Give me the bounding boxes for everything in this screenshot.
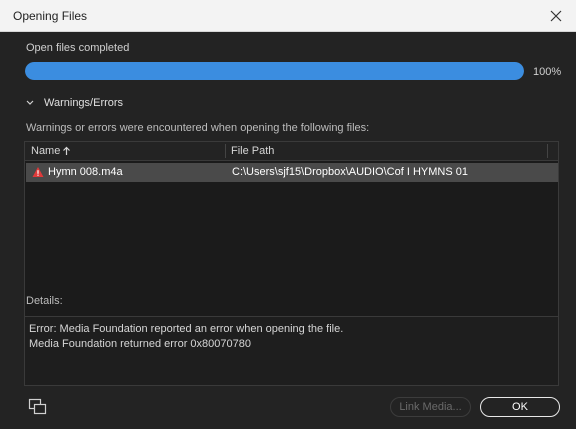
progress-bar	[25, 62, 524, 80]
warnings-description: Warnings or errors were encountered when…	[26, 122, 370, 134]
close-icon	[550, 10, 562, 22]
column-header-path[interactable]: File Path	[231, 145, 274, 157]
row-file-path: C:\Users\sjf15\Dropbox\AUDIO\Cof I HYMNS…	[232, 166, 468, 178]
copy-icon	[28, 398, 47, 415]
window-title: Opening Files	[13, 9, 88, 23]
column-separator[interactable]	[547, 144, 548, 158]
table-header: Name File Path	[25, 142, 558, 161]
dialog-content: Open files completed 100% Warnings/Error…	[0, 32, 576, 429]
ok-button[interactable]: OK	[480, 397, 560, 417]
column-separator[interactable]	[225, 144, 226, 158]
warning-icon	[32, 167, 44, 177]
details-line: Error: Media Foundation reported an erro…	[29, 323, 344, 335]
warnings-section-toggle[interactable]: Warnings/Errors	[24, 97, 123, 109]
progress-status: Open files completed	[26, 42, 130, 54]
column-header-name-label: Name	[31, 145, 61, 157]
title-bar: Opening Files	[0, 0, 576, 32]
close-button[interactable]	[544, 4, 568, 28]
copy-details-button[interactable]	[28, 398, 48, 416]
table-row[interactable]: Hymn 008.m4a C:\Users\sjf15\Dropbox\AUDI…	[26, 163, 558, 182]
progress-percent: 100%	[533, 66, 562, 78]
details-line: Media Foundation returned error 0x800707…	[29, 338, 251, 350]
files-table: Name File Path Hymn 008.m4a C:\Users\sjf…	[24, 141, 559, 317]
chevron-down-icon	[24, 97, 36, 109]
column-header-name[interactable]: Name	[31, 145, 71, 157]
details-label: Details:	[26, 295, 63, 307]
row-file-name: Hymn 008.m4a	[48, 166, 123, 178]
warnings-section-label: Warnings/Errors	[44, 97, 124, 109]
link-media-button[interactable]: Link Media...	[390, 397, 471, 417]
progress-bar-fill	[25, 62, 524, 80]
details-text-area[interactable]: Error: Media Foundation reported an erro…	[24, 316, 559, 386]
column-header-path-label: File Path	[231, 145, 275, 157]
sort-ascending-icon	[63, 146, 71, 155]
